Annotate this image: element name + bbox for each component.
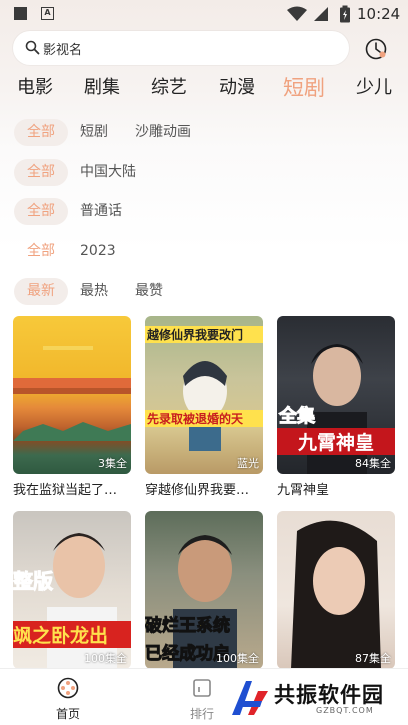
battery-icon [340,5,350,23]
film-reel-icon [57,677,79,699]
quality-badge: 蓝光 [237,457,259,470]
filter-row-type: 全部 短剧 沙雕动画 [0,119,408,146]
poster-caption-top: 全集 [279,406,316,428]
filter-row-language: 全部 普通话 [0,198,408,225]
drama-card[interactable]: 全集 九霄神皇 84集全 九霄神皇 [277,316,395,498]
poster-caption-top: 破烂王系统 [145,616,231,637]
sort-most-liked[interactable]: 最赞 [135,278,163,305]
drama-card[interactable]: 破烂王系统 已经成功启 100集全 [145,511,263,669]
signal-icon [314,7,328,21]
poster-image: 越修仙界我要改门 先录取被退婚的天 蓝光 [145,316,263,474]
sort-hottest[interactable]: 最热 [80,278,108,305]
sort-latest[interactable]: 最新 [14,278,68,305]
wifi-icon [287,6,307,21]
watermark-subtext: GZBQT.COM [316,706,374,715]
episode-badge: 84集全 [355,457,391,470]
episode-badge: 100集全 [216,652,259,665]
drama-card[interactable]: 87集全 [277,511,395,669]
watermark-text: 共振软件园 [274,683,384,707]
search-placeholder: 影视名 [43,43,83,58]
nav-home-label: 首页 [55,707,80,721]
poster-caption-top: 越修仙界我要改门 [145,326,263,343]
filter-row-region: 全部 中国大陆 [0,159,408,186]
filter-row-sort: 最新 最热 最赞 [0,278,408,305]
drama-card[interactable]: 越修仙界我要改门 先录取被退婚的天 蓝光 穿越修仙界我要… [145,316,263,498]
chart-icon [193,679,211,697]
drama-card[interactable]: 整版 飒之卧龙出 100集全 [13,511,131,669]
filter-region-all[interactable]: 全部 [14,159,68,186]
card-title: 穿越修仙界我要… [145,483,250,498]
filter-type-option[interactable]: 沙雕动画 [135,119,191,146]
notification-a-icon: A [41,7,54,20]
poster-caption-top: 整版 [13,569,54,594]
notification-square-icon [14,7,27,20]
filter-type-all[interactable]: 全部 [14,119,68,146]
filter-language-all[interactable]: 全部 [14,198,68,225]
category-tabs: 电影 剧集 综艺 动漫 短剧 少儿 [0,70,408,106]
poster-caption-bottom: 先录取被退婚的天 [145,410,263,427]
filter-row-year: 全部 2023 [0,238,408,265]
search-input[interactable]: 影视名 [13,31,349,65]
site-watermark: 共振软件园 GZBQT.COM [228,673,403,723]
episode-badge: 3集全 [98,457,127,470]
tab-short-drama[interactable]: 短剧 [283,70,325,106]
drama-card[interactable]: 3集全 我在监狱当起了… [13,316,131,498]
poster-caption-bottom: 飒之卧龙出 [13,621,131,648]
poster-image: 87集全 [277,511,395,669]
filter-year-option[interactable]: 2023 [80,238,116,265]
nav-ranking-label: 排行 [189,707,214,721]
nav-ranking[interactable]: 排行 [172,677,232,722]
nav-home[interactable]: 首页 [38,677,98,722]
history-clock-icon[interactable] [364,37,388,61]
filter-language-option[interactable]: 普通话 [80,198,122,225]
poster-image: 整版 飒之卧龙出 100集全 [13,511,131,669]
filter-region-option[interactable]: 中国大陆 [80,159,136,186]
tab-variety[interactable]: 综艺 [151,70,187,106]
status-bar: A 10:24 [0,0,408,28]
poster-image: 全集 九霄神皇 84集全 [277,316,395,474]
search-icon [25,40,40,55]
poster-image: 3集全 [13,316,131,474]
tab-movies[interactable]: 电影 [17,70,53,106]
poster-caption-bottom: 九霄神皇 [277,428,395,455]
tab-kids[interactable]: 少儿 [356,70,392,106]
episode-badge: 87集全 [355,652,391,665]
filter-year-all[interactable]: 全部 [14,238,68,265]
episode-badge: 100集全 [84,652,127,665]
card-title: 九霄神皇 [277,483,330,498]
poster-image: 破烂王系统 已经成功启 100集全 [145,511,263,669]
clock: 10:24 [357,5,401,23]
tab-series[interactable]: 剧集 [84,70,120,106]
watermark-logo-icon [232,681,268,715]
tab-anime[interactable]: 动漫 [219,70,255,106]
filter-type-option[interactable]: 短剧 [80,119,108,146]
card-title: 我在监狱当起了… [13,483,118,498]
